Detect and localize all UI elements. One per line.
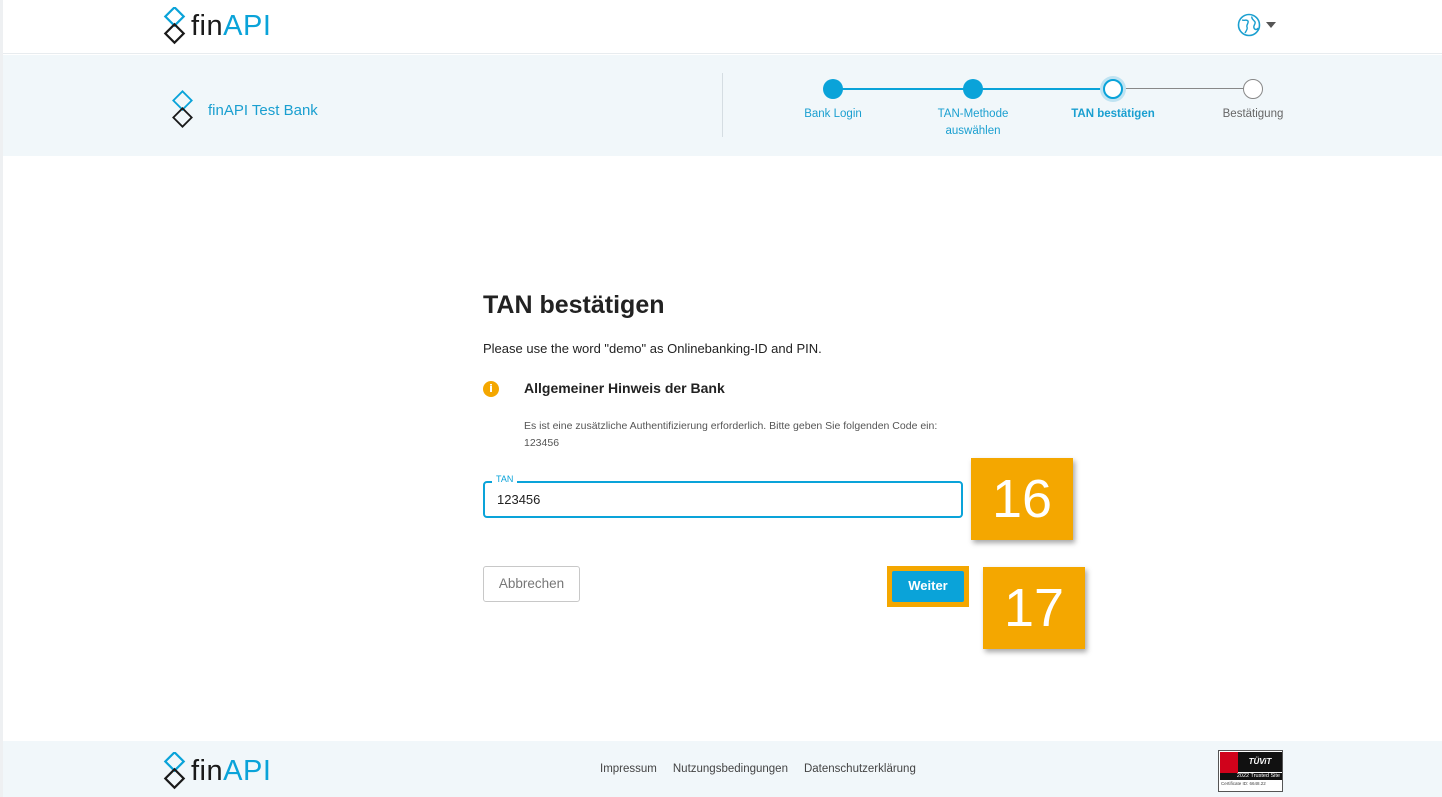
notice-title: Allgemeiner Hinweis der Bank	[524, 380, 725, 396]
step-label-bank-login: Bank Login	[804, 108, 862, 120]
stepper-track-todo	[1113, 88, 1253, 89]
tuvit-seal[interactable]: TÜViT 2022 Trusted Site Certificate ID: …	[1218, 750, 1283, 792]
footer-link-privacy[interactable]: Datenschutzerklärung	[804, 763, 916, 775]
finapi-logo[interactable]: finAPI	[162, 7, 271, 45]
annotation-badge: 17	[983, 567, 1085, 649]
language-selector[interactable]	[1237, 13, 1276, 37]
seal-brand: TÜViT	[1238, 752, 1282, 772]
step-label-confirmation: Bestätigung	[1222, 108, 1284, 120]
divider	[722, 73, 723, 137]
bank-name: finAPI Test Bank	[208, 101, 318, 119]
tan-field[interactable]	[483, 481, 963, 518]
step-dot-tan-confirm	[1103, 79, 1123, 99]
finapi-logo-text: finAPI	[191, 9, 272, 42]
finapi-logo-mark	[163, 7, 186, 45]
step-dot-confirmation	[1243, 79, 1263, 99]
seal-sub: Certificate ID: 6648.22	[1221, 781, 1266, 786]
tan-input[interactable]	[497, 483, 937, 516]
bank-logo-icon	[172, 90, 193, 128]
annotation-badge: 16	[971, 458, 1073, 540]
step-dot-bank-login	[823, 79, 843, 99]
globe-icon	[1237, 13, 1261, 37]
finapi-logo-mark	[163, 752, 186, 790]
cancel-button[interactable]: Abbrechen	[483, 566, 580, 602]
step-label-tan-method: TAN-Methode auswählen	[937, 108, 1009, 137]
submit-button-highlight: Weiter	[887, 566, 969, 607]
footer-link-impressum[interactable]: Impressum	[600, 763, 657, 775]
page-title: TAN bestätigen	[483, 291, 665, 319]
page-description: Please use the word "demo" as Onlinebank…	[483, 341, 822, 356]
seal-caption: 2022 Trusted Site	[1220, 773, 1282, 780]
footer-logo[interactable]: finAPI	[162, 752, 271, 790]
chevron-down-icon	[1266, 22, 1276, 28]
step-dot-tan-method	[963, 79, 983, 99]
footer-logo-text: finAPI	[191, 754, 272, 787]
bank-info: finAPI Test Bank	[170, 90, 318, 130]
footer-links: Impressum Nutzungsbedingungen Datenschut…	[600, 763, 916, 775]
step-label-tan-confirm: TAN bestätigen	[1071, 108, 1155, 120]
info-icon: i	[483, 381, 499, 397]
footer-link-terms[interactable]: Nutzungsbedingungen	[673, 763, 788, 775]
submit-button[interactable]: Weiter	[892, 571, 964, 602]
tan-field-label: TAN	[492, 473, 518, 485]
notice-text: Es ist eine zusätzliche Authentifizierun…	[524, 420, 938, 449]
